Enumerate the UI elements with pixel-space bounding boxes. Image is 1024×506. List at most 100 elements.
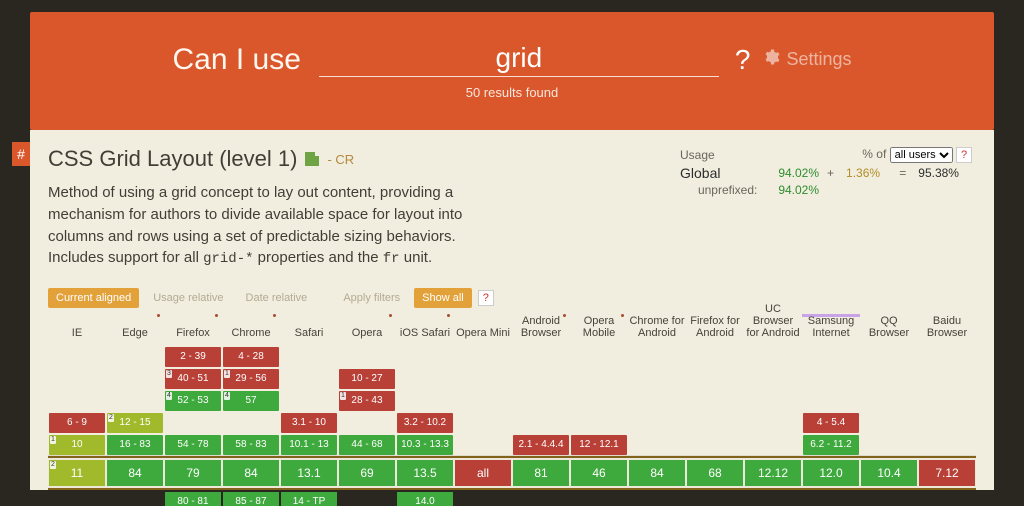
support-table: IEEdgeFirefoxChromeSafariOperaiOS Safari…: [48, 314, 976, 506]
version-cell[interactable]: 574: [223, 391, 279, 411]
history-col-safari: 3.1 - 1010.1 - 13: [280, 340, 338, 456]
search-input[interactable]: [319, 42, 719, 77]
spec-icon[interactable]: [305, 152, 319, 166]
apply-filters-button[interactable]: Apply filters: [335, 288, 408, 308]
future-version-chrome[interactable]: 85 - 87: [223, 492, 279, 506]
version-cell[interactable]: 29 - 561: [223, 369, 279, 389]
browser-header-opmob[interactable]: Opera Mobile: [570, 314, 628, 340]
current-version-firefox[interactable]: 79: [165, 460, 221, 486]
browser-header-chrome[interactable]: Chrome: [222, 314, 280, 340]
current-version-crand[interactable]: 84: [629, 460, 685, 486]
site-title: Can I use: [172, 43, 300, 77]
current-version-baidu[interactable]: 7.12: [919, 460, 975, 486]
version-cell[interactable]: 54 - 78: [165, 435, 221, 455]
version-cell[interactable]: 58 - 83: [223, 435, 279, 455]
permalink-hash[interactable]: #: [12, 142, 30, 166]
history-col-ffand: [686, 340, 744, 456]
history-col-samsung: 4 - 5.46.2 - 11.2: [802, 340, 860, 456]
current-version-android[interactable]: 81: [513, 460, 569, 486]
version-cell[interactable]: 2 - 39: [165, 347, 221, 367]
current-version-samsung[interactable]: 12.0: [803, 460, 859, 486]
current-version-qq[interactable]: 10.4: [861, 460, 917, 486]
history-col-opmini: [454, 340, 512, 456]
current-version-opmob[interactable]: 46: [571, 460, 627, 486]
future-version-crand: [629, 492, 685, 506]
future-version-opera: [339, 492, 395, 506]
current-version-safari[interactable]: 13.1: [281, 460, 337, 486]
header-banner: Can I use ? Settings 50 results found: [30, 12, 994, 130]
version-cell[interactable]: 40 - 513: [165, 369, 221, 389]
future-version-samsung: [803, 492, 859, 506]
version-cell[interactable]: 6.2 - 11.2: [803, 435, 859, 455]
future-version-android: [513, 492, 569, 506]
usage-label: Usage: [676, 146, 761, 164]
browser-header-ie[interactable]: IE: [48, 314, 106, 340]
current-version-ffand[interactable]: 68: [687, 460, 743, 486]
version-cell[interactable]: 4 - 5.4: [803, 413, 859, 433]
tab-date-relative[interactable]: Date relative: [238, 288, 316, 308]
tab-current-aligned[interactable]: Current aligned: [48, 288, 139, 308]
future-version-ios[interactable]: 14.0: [397, 492, 453, 506]
browser-header-qq[interactable]: QQ Browser: [860, 314, 918, 340]
history-col-ios: 3.2 - 10.210.3 - 13.3: [396, 340, 454, 456]
browser-header-baidu[interactable]: Baidu Browser: [918, 314, 976, 340]
version-cell[interactable]: 6 - 9: [49, 413, 105, 433]
results-found: 50 results found: [466, 85, 559, 100]
usage-scope-select[interactable]: all users: [890, 147, 953, 163]
future-version-firefox[interactable]: 80 - 81: [165, 492, 221, 506]
pct-of-label: % of: [862, 147, 886, 161]
browser-header-ios[interactable]: iOS Safari: [396, 314, 454, 340]
tab-usage-relative[interactable]: Usage relative: [145, 288, 231, 308]
future-version-safari[interactable]: 14 - TP: [281, 492, 337, 506]
browser-header-firefox[interactable]: Firefox: [164, 314, 222, 340]
version-cell[interactable]: 52 - 534: [165, 391, 221, 411]
version-cell[interactable]: 10.1 - 13: [281, 435, 337, 455]
current-version-opera[interactable]: 69: [339, 460, 395, 486]
usage-help-button[interactable]: ?: [956, 147, 972, 163]
history-col-qq: [860, 340, 918, 456]
partial-pct: 1.36%: [842, 164, 895, 182]
future-version-qq: [861, 492, 917, 506]
global-label: Global: [676, 164, 761, 182]
view-toolbar: Current aligned Usage relative Date rela…: [48, 288, 976, 308]
version-cell[interactable]: 12 - 152: [107, 413, 163, 433]
current-version-uc[interactable]: 12.12: [745, 460, 801, 486]
browser-header-edge[interactable]: Edge: [106, 314, 164, 340]
future-version-uc: [745, 492, 801, 506]
current-version-ios[interactable]: 13.5: [397, 460, 453, 486]
version-cell[interactable]: 4 - 28: [223, 347, 279, 367]
history-col-uc: [744, 340, 802, 456]
toolbar-help-button[interactable]: ?: [478, 290, 494, 306]
version-cell[interactable]: 10.3 - 13.3: [397, 435, 453, 455]
supported-pct: 94.02%: [761, 164, 823, 182]
version-cell[interactable]: 101: [49, 435, 105, 455]
show-all-button[interactable]: Show all: [414, 288, 472, 308]
browser-header-samsung[interactable]: Samsung Internet: [802, 314, 860, 340]
version-cell[interactable]: 3.1 - 10: [281, 413, 337, 433]
current-version-ie[interactable]: 112: [49, 460, 105, 486]
spec-status: - CR: [327, 152, 354, 167]
browser-header-opmini[interactable]: Opera Mini: [454, 314, 512, 340]
current-version-edge[interactable]: 84: [107, 460, 163, 486]
browser-header-uc[interactable]: UC Browser for Android: [744, 314, 802, 340]
version-cell[interactable]: 3.2 - 10.2: [397, 413, 453, 433]
current-version-opmini[interactable]: all: [455, 460, 511, 486]
browser-header-android[interactable]: Android Browser: [512, 314, 570, 340]
version-cell[interactable]: 10 - 27: [339, 369, 395, 389]
history-col-edge: 12 - 15216 - 83: [106, 340, 164, 456]
unprefixed-pct: 94.02%: [761, 182, 823, 198]
version-cell[interactable]: 28 - 431: [339, 391, 395, 411]
current-version-chrome[interactable]: 84: [223, 460, 279, 486]
version-cell[interactable]: 16 - 83: [107, 435, 163, 455]
feature-panel: # CSS Grid Layout (level 1) - CR Method …: [30, 130, 994, 490]
browser-header-safari[interactable]: Safari: [280, 314, 338, 340]
version-cell[interactable]: 44 - 68: [339, 435, 395, 455]
version-cell[interactable]: 12 - 12.1: [571, 435, 627, 455]
future-version-edge: [107, 492, 163, 506]
history-col-ie: 6 - 9101: [48, 340, 106, 456]
version-cell[interactable]: 2.1 - 4.4.4: [513, 435, 569, 455]
browser-header-crand[interactable]: Chrome for Android: [628, 314, 686, 340]
browser-header-ffand[interactable]: Firefox for Android: [686, 314, 744, 340]
settings-link[interactable]: Settings: [762, 48, 851, 71]
browser-header-opera[interactable]: Opera: [338, 314, 396, 340]
